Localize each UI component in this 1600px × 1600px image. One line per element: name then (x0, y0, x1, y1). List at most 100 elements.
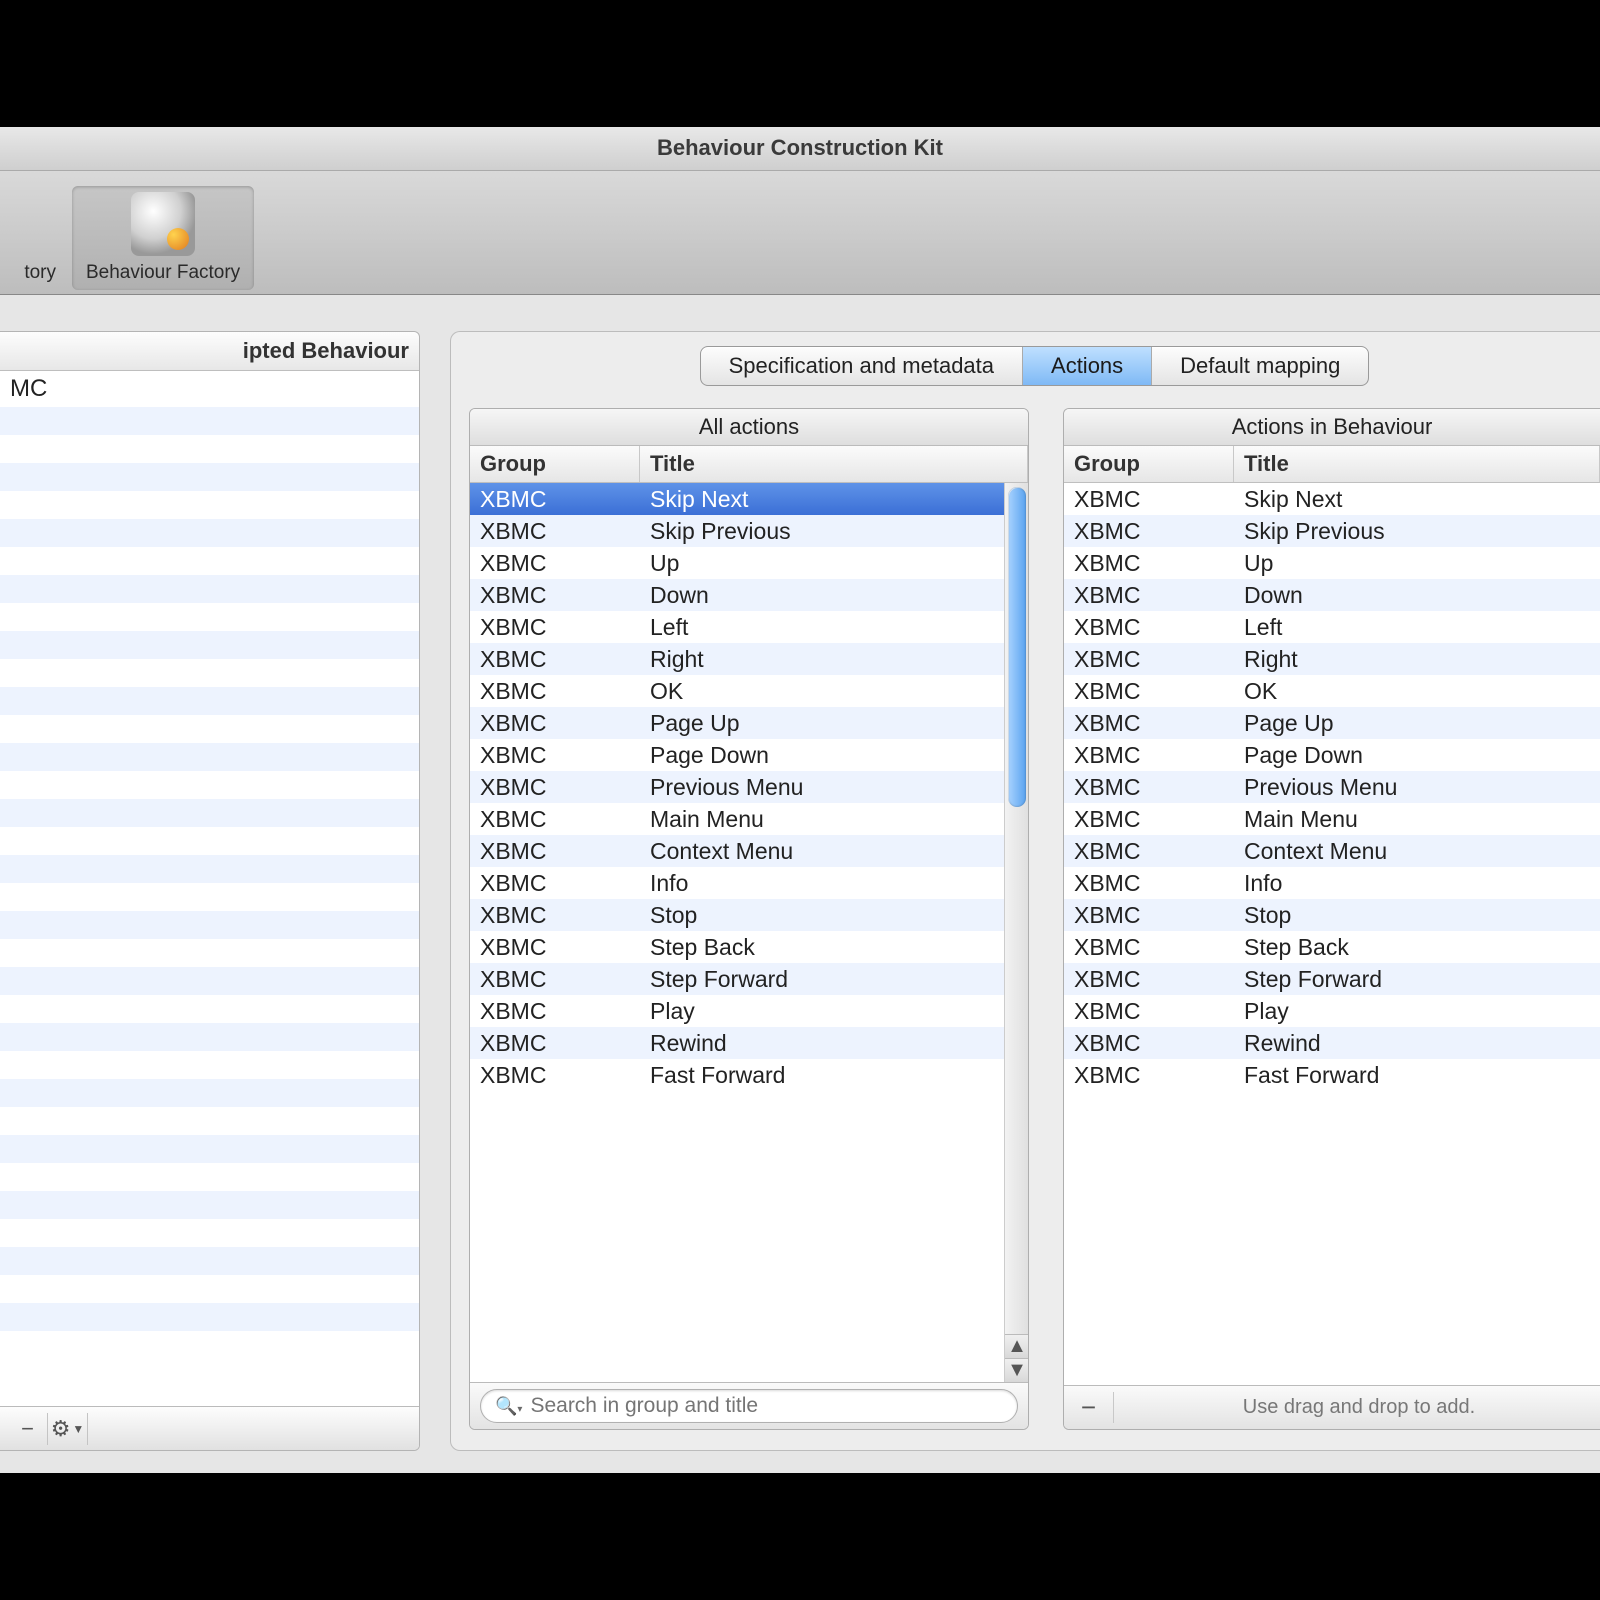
table-row[interactable]: XBMCUp (1064, 547, 1600, 579)
seg-specification[interactable]: Specification and metadata (701, 347, 1023, 385)
list-item (0, 743, 419, 771)
all-actions-title: All actions (470, 409, 1028, 446)
table-row[interactable]: XBMCMain Menu (1064, 803, 1600, 835)
table-row[interactable]: XBMCPlay (1064, 995, 1600, 1027)
col-group[interactable]: Group (1064, 446, 1234, 482)
sidebar-gear-button[interactable]: ⚙▼ (48, 1413, 88, 1445)
chevron-down-icon: ▼ (72, 1422, 84, 1436)
scrollbar[interactable]: ▲ ▼ (1004, 483, 1028, 1382)
table-row[interactable]: XBMCPrevious Menu (470, 771, 1004, 803)
col-title[interactable]: Title (640, 446, 1028, 482)
cell-group: XBMC (470, 547, 640, 579)
cell-group: XBMC (470, 931, 640, 963)
col-title[interactable]: Title (1234, 446, 1600, 482)
table-row[interactable]: XBMCFast Forward (1064, 1059, 1600, 1091)
cell-group: XBMC (470, 867, 640, 899)
table-row[interactable]: XBMCOK (470, 675, 1004, 707)
seg-actions[interactable]: Actions (1023, 347, 1152, 385)
toolbar-item-factory-partial[interactable]: tory (0, 256, 68, 290)
table-row[interactable]: XBMCRewind (1064, 1027, 1600, 1059)
table-row[interactable]: XBMCInfo (470, 867, 1004, 899)
cell-title: Right (640, 643, 1004, 675)
list-item (0, 1303, 419, 1331)
cell-title: Skip Next (640, 483, 1004, 515)
table-row[interactable]: XBMCStop (1064, 899, 1600, 931)
table-row[interactable]: XBMCMain Menu (470, 803, 1004, 835)
list-item (0, 911, 419, 939)
list-item (0, 631, 419, 659)
table-row[interactable]: XBMCPage Up (470, 707, 1004, 739)
table-row[interactable]: XBMCPage Down (470, 739, 1004, 771)
table-row[interactable]: XBMCStep Forward (470, 963, 1004, 995)
table-row[interactable]: XBMCOK (1064, 675, 1600, 707)
cell-group: XBMC (470, 611, 640, 643)
table-row[interactable]: XBMCSkip Next (470, 483, 1004, 515)
actions-in-behaviour-title: Actions in Behaviour (1064, 409, 1600, 446)
cell-group: XBMC (470, 899, 640, 931)
behaviour-factory-icon (131, 192, 195, 256)
scrollbar-up-arrow-icon[interactable]: ▲ (1005, 1334, 1028, 1358)
toolbar-item-behaviour-factory[interactable]: Behaviour Factory (72, 186, 254, 290)
table-row[interactable]: XBMCSkip Next (1064, 483, 1600, 515)
table-row[interactable]: XBMCDown (470, 579, 1004, 611)
remove-action-button[interactable]: − (1074, 1392, 1114, 1423)
cell-group: XBMC (470, 483, 640, 515)
table-row[interactable]: XBMCStep Back (1064, 931, 1600, 963)
table-row[interactable]: XBMCSkip Previous (470, 515, 1004, 547)
table-row[interactable]: XBMCRewind (470, 1027, 1004, 1059)
cell-title: OK (1234, 675, 1600, 707)
table-row[interactable]: XBMCStep Forward (1064, 963, 1600, 995)
tables-row: All actions Group Title XBMCSkip NextXBM… (469, 408, 1600, 1430)
cell-group: XBMC (1064, 547, 1234, 579)
table-row[interactable]: XBMCContext Menu (1064, 835, 1600, 867)
sidebar-item-xbmc[interactable]: MC (0, 371, 419, 407)
table-row[interactable]: XBMCStop (470, 899, 1004, 931)
table-row[interactable]: XBMCPlay (470, 995, 1004, 1027)
search-input[interactable] (530, 1394, 1003, 1418)
list-item (0, 799, 419, 827)
list-item (0, 995, 419, 1023)
cell-title: Main Menu (640, 803, 1004, 835)
scrollbar-down-arrow-icon[interactable]: ▼ (1005, 1358, 1028, 1382)
seg-default-mapping[interactable]: Default mapping (1152, 347, 1368, 385)
list-item (0, 855, 419, 883)
drag-drop-hint: Use drag and drop to add. (1128, 1396, 1590, 1419)
sidebar-header[interactable]: ipted Behaviour (0, 332, 419, 371)
cell-group: XBMC (470, 707, 640, 739)
table-row[interactable]: XBMCLeft (1064, 611, 1600, 643)
cell-title: Page Down (1234, 739, 1600, 771)
cell-title: Fast Forward (640, 1059, 1004, 1091)
main-panel: Specification and metadata Actions Defau… (450, 331, 1600, 1451)
list-item (0, 715, 419, 743)
cell-title: Previous Menu (640, 771, 1004, 803)
list-item (0, 1135, 419, 1163)
table-row[interactable]: XBMCFast Forward (470, 1059, 1004, 1091)
table-row[interactable]: XBMCPage Up (1064, 707, 1600, 739)
table-row[interactable]: XBMCInfo (1064, 867, 1600, 899)
list-item (0, 827, 419, 855)
cell-title: Info (640, 867, 1004, 899)
cell-title: Left (1234, 611, 1600, 643)
cell-title: Down (640, 579, 1004, 611)
cell-group: XBMC (1064, 675, 1234, 707)
cell-group: XBMC (470, 579, 640, 611)
table-row[interactable]: XBMCLeft (470, 611, 1004, 643)
sidebar-remove-button[interactable]: − (8, 1413, 48, 1445)
col-group[interactable]: Group (470, 446, 640, 482)
table-row[interactable]: XBMCPrevious Menu (1064, 771, 1600, 803)
search-field-wrap[interactable]: 🔍▾ (480, 1389, 1018, 1423)
table-row[interactable]: XBMCRight (470, 643, 1004, 675)
content-area: ipted Behaviour MC − ⚙▼ Specification an… (0, 295, 1600, 1473)
table-row[interactable]: XBMCUp (470, 547, 1004, 579)
search-icon: 🔍▾ (495, 1396, 522, 1417)
table-row[interactable]: XBMCDown (1064, 579, 1600, 611)
table-row[interactable]: XBMCSkip Previous (1064, 515, 1600, 547)
table-row[interactable]: XBMCContext Menu (470, 835, 1004, 867)
list-item (0, 1163, 419, 1191)
cell-title: Step Forward (640, 963, 1004, 995)
table-row[interactable]: XBMCRight (1064, 643, 1600, 675)
table-row[interactable]: XBMCPage Down (1064, 739, 1600, 771)
table-row[interactable]: XBMCStep Back (470, 931, 1004, 963)
scrollbar-thumb[interactable] (1008, 487, 1026, 807)
cell-title: Context Menu (640, 835, 1004, 867)
